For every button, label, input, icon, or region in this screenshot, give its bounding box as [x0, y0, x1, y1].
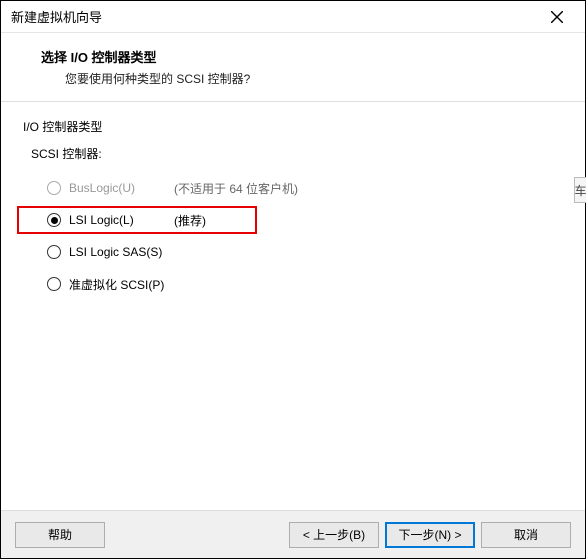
option-label: LSI Logic(L) [69, 213, 174, 227]
subgroup-label: SCSI 控制器: [23, 145, 563, 162]
help-button[interactable]: 帮助 [15, 522, 105, 548]
option-label: BusLogic(U) [69, 181, 174, 195]
option-label: 准虚拟化 SCSI(P) [69, 276, 174, 293]
close-icon [551, 11, 563, 23]
option-lsi-logic[interactable]: LSI Logic(L) (推荐) [47, 208, 563, 232]
option-note: (不适用于 64 位客户机) [174, 180, 298, 197]
close-button[interactable] [537, 5, 577, 29]
edge-fragment: 车 [574, 177, 586, 203]
radio-icon [47, 213, 61, 227]
option-lsi-logic-sas[interactable]: LSI Logic SAS(S) [47, 240, 563, 264]
window-title: 新建虚拟机向导 [11, 7, 537, 26]
cancel-button[interactable]: 取消 [481, 522, 571, 548]
back-button[interactable]: < 上一步(B) [289, 522, 379, 548]
titlebar: 新建虚拟机向导 [1, 1, 585, 33]
radio-icon [47, 181, 61, 195]
option-paravirtual-scsi[interactable]: 准虚拟化 SCSI(P) [47, 272, 563, 296]
subheading: 您要使用何种类型的 SCSI 控制器? [41, 70, 569, 87]
options-container: BusLogic(U) (不适用于 64 位客户机) LSI Logic(L) … [23, 176, 563, 296]
wizard-body: I/O 控制器类型 SCSI 控制器: BusLogic(U) (不适用于 64… [1, 102, 585, 510]
option-buslogic: BusLogic(U) (不适用于 64 位客户机) [47, 176, 563, 200]
option-label: LSI Logic SAS(S) [69, 245, 174, 259]
wizard-footer: 帮助 < 上一步(B) 下一步(N) > 取消 [1, 510, 585, 558]
radio-icon [47, 245, 61, 259]
radio-icon [47, 277, 61, 291]
group-label: I/O 控制器类型 [23, 118, 563, 135]
wizard-header: 选择 I/O 控制器类型 您要使用何种类型的 SCSI 控制器? [1, 33, 585, 102]
wizard-window: 新建虚拟机向导 选择 I/O 控制器类型 您要使用何种类型的 SCSI 控制器?… [0, 0, 586, 559]
next-button[interactable]: 下一步(N) > [385, 522, 475, 548]
heading: 选择 I/O 控制器类型 [41, 47, 569, 66]
option-note: (推荐) [174, 212, 206, 229]
